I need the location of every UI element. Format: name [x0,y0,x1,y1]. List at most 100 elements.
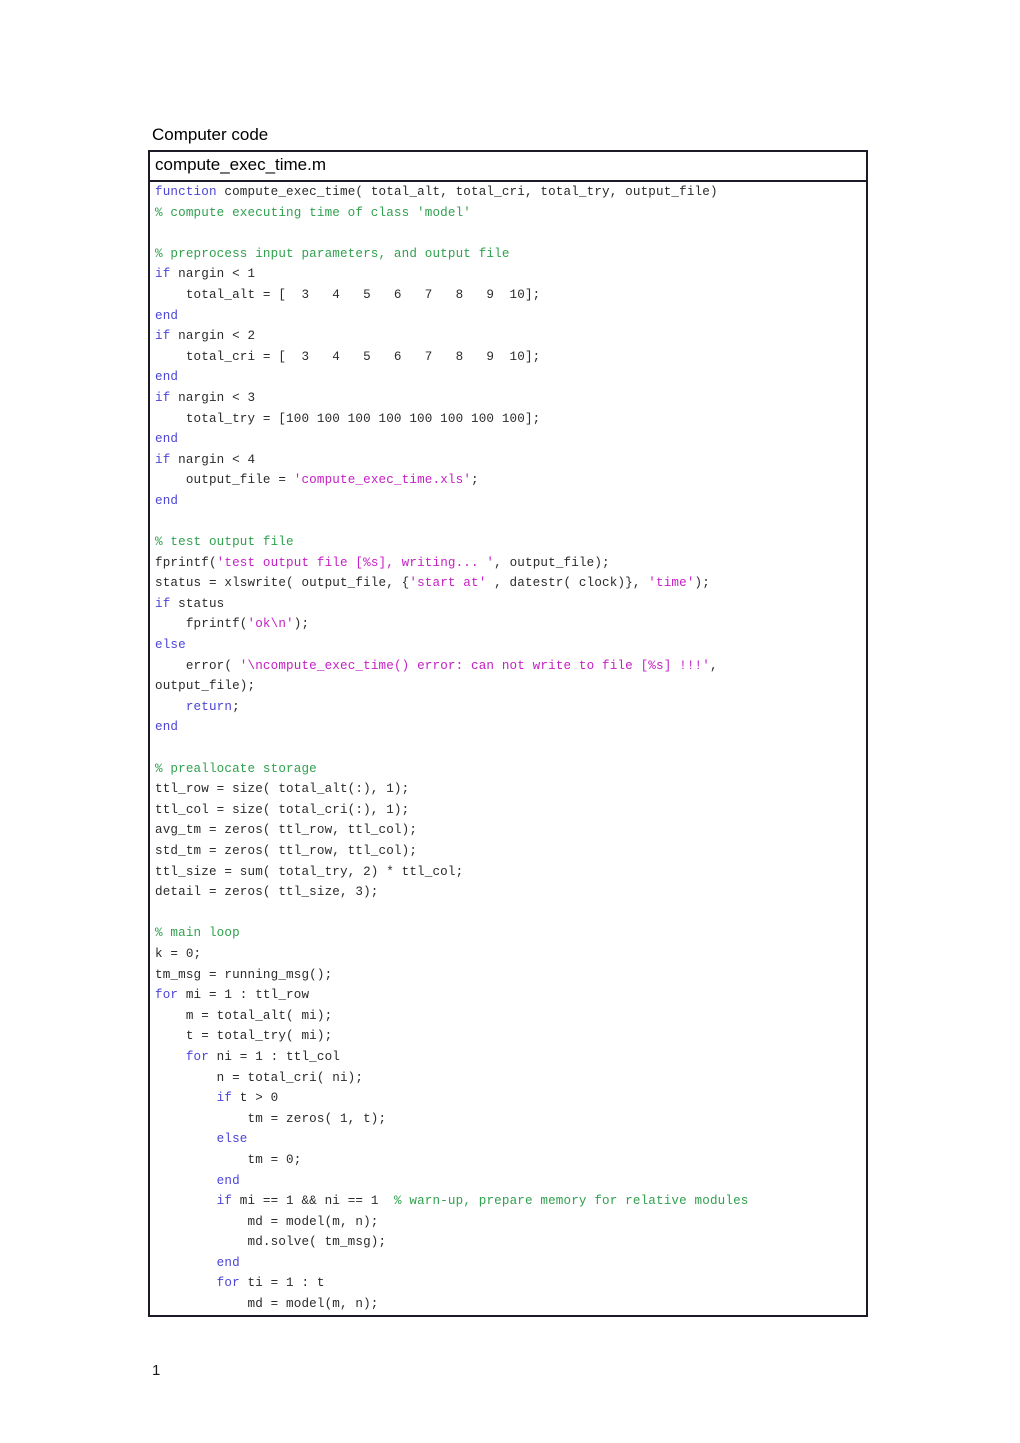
code-token-plain: mi == 1 && ni == 1 [232,1194,394,1209]
code-line: status = xlswrite( output_file, {'start … [155,576,710,590]
code-line: if status [155,597,224,611]
code-token-kw: for [216,1276,240,1291]
code-token-plain: nargin < 3 [170,390,256,405]
code-token-plain: fprintf( [155,555,217,570]
code-token-plain: nargin < 2 [170,329,256,344]
code-line: tm = 0; [155,1153,301,1167]
code-token-plain: ttl_size = sum( total_try, 2) * ttl_col; [155,864,464,879]
code-line: n = total_cri( ni); [155,1071,363,1085]
code-cell: function compute_exec_time( total_alt, t… [148,180,868,1317]
code-token-cmt: % preallocate storage [155,761,317,776]
code-line: md = model(m, n); [155,1297,379,1311]
code-line: avg_tm = zeros( ttl_row, ttl_col); [155,823,417,837]
code-line: if nargin < 4 [155,453,255,467]
code-line: md = model(m, n); [155,1215,379,1229]
code-line: end [155,1256,240,1270]
code-line: detail = zeros( ttl_size, 3); [155,885,379,899]
code-token-plain: tm = zeros( 1, t); [155,1111,387,1126]
code-line: md.solve( tm_msg); [155,1235,386,1249]
code-token-plain: n = total_cri( ni); [155,1070,364,1085]
code-token-plain: ttl_col = size( total_cri(:), 1); [155,802,410,817]
table-row-filename: compute_exec_time.m [148,150,868,182]
code-token-plain: m = total_alt( mi); [155,1008,333,1023]
code-token-plain: t > 0 [232,1091,279,1106]
code-token-cmt: % main loop [155,926,240,941]
code-line: for mi = 1 : ttl_row [155,988,309,1002]
code-token-kw: end [155,370,179,385]
code-line: % test output file [155,535,294,549]
code-token-plain: md = model(m, n); [155,1214,379,1229]
code-line: total_try = [100 100 100 100 100 100 100… [155,412,540,426]
code-token-plain: ti = 1 : t [239,1276,325,1291]
caption-computer-code: Computer code [152,125,269,144]
document-page: Computer code compute_exec_time.m functi… [0,0,1020,1443]
code-line: fprintf('ok\n'); [155,617,309,631]
code-line: error( '\ncompute_exec_time() error: can… [155,659,718,673]
code-token-plain: , output_file); [494,555,610,570]
code-token-cmt: % test output file [155,535,294,550]
code-token-plain: ); [694,576,710,591]
code-line: output_file = 'compute_exec_time.xls'; [155,473,479,487]
code-token-kw: for [185,1049,209,1064]
code-line: % preprocess input parameters, and outpu… [155,247,510,261]
code-token-plain: ); [293,617,310,632]
code-token-kw: if [216,1194,233,1209]
code-line: total_cri = [ 3 4 5 6 7 8 9 10]; [155,350,540,364]
code-line: std_tm = zeros( ttl_row, ttl_col); [155,844,417,858]
code-token-plain: k = 0; [155,946,202,961]
code-token-plain: md.solve( tm_msg); [155,1235,387,1250]
code-token-plain: status = xlswrite( output_file, { [155,576,410,591]
code-line: t = total_try( mi); [155,1029,332,1043]
code-token-str: 'compute_exec_time.xls' [293,473,472,488]
code-line: function compute_exec_time( total_alt, t… [155,185,718,199]
source-code: function compute_exec_time( total_alt, t… [150,182,866,1315]
code-token-cmt: % preprocess input parameters, and outpu… [155,246,510,261]
code-line: ttl_col = size( total_cri(:), 1); [155,803,409,817]
code-token-str: 'test output file [%s], writing... ' [216,555,495,570]
code-line: if t > 0 [155,1091,279,1106]
code-line: for ni = 1 : ttl_col [155,1050,340,1064]
code-line: tm_msg = running_msg(); [155,968,332,982]
code-token-cmt: % warn-up, prepare memory for relative m… [393,1194,749,1209]
code-line: return; [155,700,240,714]
code-token-plain: nargin < 1 [170,267,256,282]
code-token-plain: ; [471,473,479,488]
code-line: end [155,720,178,734]
code-token-plain: fprintf( [155,617,248,632]
page-number: 1 [152,1362,161,1379]
code-line: k = 0; [155,947,201,961]
code-token-str: 'start at' [409,576,487,591]
code-token-kw: if [216,1091,233,1106]
code-token-plain: output_file); [155,679,256,694]
code-line: end [155,432,178,446]
code-line: if nargin < 1 [155,267,255,281]
code-token-kw: end [155,308,179,323]
code-token-kw: return [185,699,233,714]
code-token-kw: function [155,185,217,199]
code-line: for ti = 1 : t [155,1276,325,1290]
code-line: m = total_alt( mi); [155,1009,332,1023]
code-line: if nargin < 3 [155,391,255,405]
code-token-kw: if [155,390,171,405]
code-line: end [155,1174,240,1188]
code-line: if nargin < 2 [155,329,255,343]
code-token-plain: detail = zeros( ttl_size, 3); [155,885,379,900]
code-token-plain: total_cri = [ 3 4 5 6 7 8 9 10]; [155,349,541,364]
code-token-plain: t = total_try( mi); [155,1029,333,1044]
source-filename: compute_exec_time.m [155,155,327,174]
code-token-plain: error( [155,658,240,673]
code-line: output_file); [155,679,255,693]
code-line: fprintf('test output file [%s], writing.… [155,556,610,570]
code-table: compute_exec_time.m function compute_exe… [148,150,868,1317]
code-listing-block: Computer code compute_exec_time.m functi… [148,124,868,1317]
code-token-str: 'ok\n' [247,617,294,632]
code-token-kw: if [155,596,171,611]
code-token-kw: for [155,988,179,1003]
code-line: end [155,309,178,323]
code-token-plain: tm_msg = running_msg(); [155,967,333,982]
